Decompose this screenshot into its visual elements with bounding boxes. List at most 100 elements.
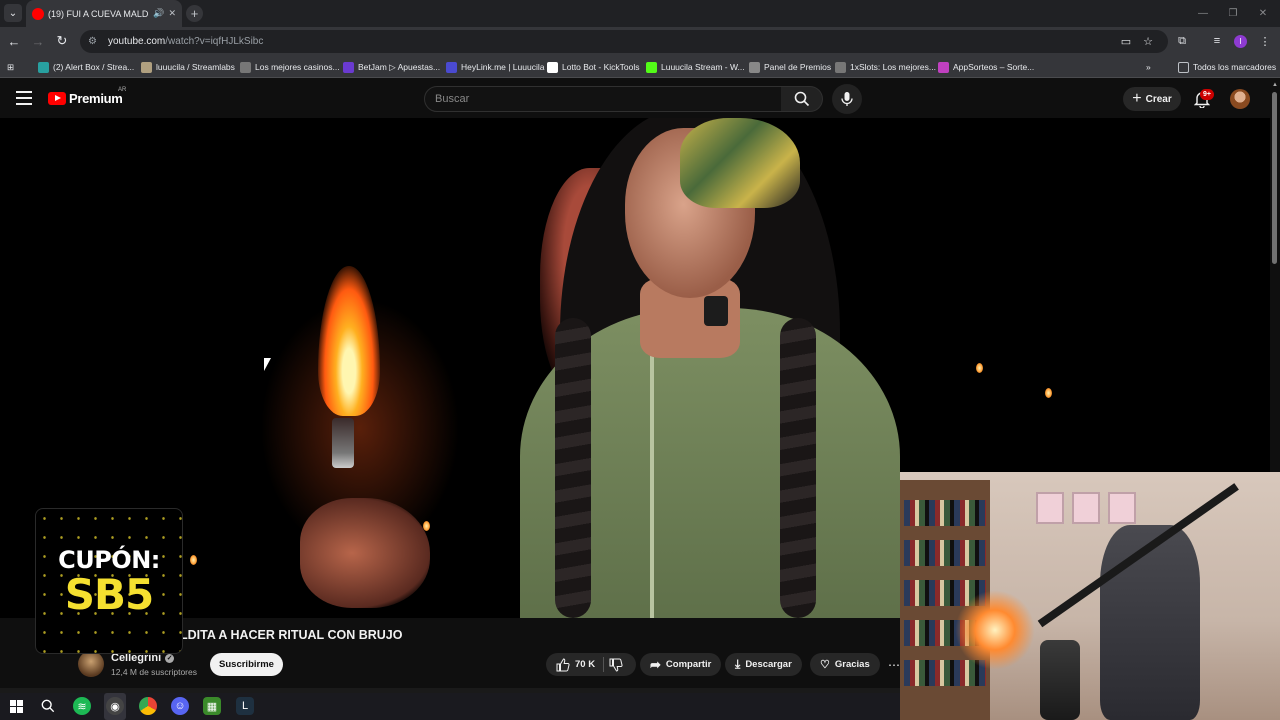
- bookmark-favicon-icon: [343, 61, 354, 73]
- browser-tab[interactable]: (19) FUI A CUEVA MALDITA 🔊 ✕: [26, 0, 182, 27]
- windows-logo-icon: [9, 699, 23, 713]
- bookmark-star-icon[interactable]: ☆: [1140, 33, 1156, 49]
- bookmark-item[interactable]: (2) Alert Box / Strea...: [38, 59, 134, 75]
- candle-light: [1045, 388, 1052, 398]
- search-input[interactable]: [435, 93, 781, 105]
- subscribe-button[interactable]: Suscribirme: [210, 653, 283, 676]
- hamburger-menu-icon[interactable]: [16, 91, 32, 105]
- browser-tab-bar: ⌄ (19) FUI A CUEVA MALDITA 🔊 ✕ + — ❐ ✕: [0, 0, 1280, 27]
- magnifier-icon: [41, 699, 55, 713]
- voice-search-button[interactable]: [832, 84, 862, 114]
- bookmark-label: BetJam ▷ Apuestas...: [358, 61, 441, 72]
- create-button[interactable]: + Crear: [1123, 87, 1181, 111]
- like-count: 70 K: [575, 659, 596, 670]
- minecraft-icon[interactable]: ▦: [203, 697, 221, 715]
- reading-list-icon[interactable]: ≡: [1209, 33, 1225, 49]
- search-icon: [794, 91, 809, 107]
- bookmark-item[interactable]: Los mejores casinos...: [240, 59, 340, 75]
- scrollbar-thumb[interactable]: [1272, 92, 1277, 264]
- search-button[interactable]: [781, 86, 823, 112]
- candle-light: [190, 555, 197, 565]
- coupon-overlay: CUPÓN: SB5: [35, 508, 183, 654]
- microphone-icon: [841, 92, 853, 106]
- site-info-icon[interactable]: ⚙: [88, 36, 100, 48]
- mouse-cursor-icon: [264, 358, 271, 371]
- youtube-play-logo-icon: [48, 92, 66, 105]
- cast-icon[interactable]: ▭: [1118, 33, 1134, 49]
- thanks-label: Gracias: [834, 659, 870, 670]
- windows-start-icon[interactable]: [7, 697, 25, 715]
- like-button[interactable]: 70 K: [546, 653, 605, 676]
- dislike-button[interactable]: [603, 653, 629, 676]
- bookmark-favicon-icon: [938, 61, 949, 73]
- minimize-button[interactable]: —: [1188, 0, 1218, 27]
- wall-frame: [1108, 492, 1136, 524]
- address-bar-row: ← → ↻ ⚙ youtube.com /watch?v=iqfHJLkSibc…: [0, 27, 1280, 56]
- all-bookmarks-folder[interactable]: Todos los marcadores: [1178, 59, 1276, 75]
- left-braid: [555, 318, 591, 618]
- apps-grid-icon[interactable]: ⊞: [7, 59, 14, 75]
- coupon-code: SB5: [64, 570, 154, 619]
- chrome-icon[interactable]: [139, 697, 157, 715]
- subscriber-count: 12,4 M de suscriptores: [111, 667, 197, 677]
- tab-search-button[interactable]: ⌄: [4, 4, 22, 22]
- bookmark-label: 1xSlots: Los mejores...: [850, 62, 936, 72]
- wall-frame: [1036, 492, 1064, 524]
- studio-microphone: [1040, 640, 1080, 720]
- headscarf: [680, 118, 800, 208]
- download-button[interactable]: ⤓ Descargar: [725, 653, 802, 676]
- bookmark-item[interactable]: AppSorteos – Sorte...: [938, 59, 1034, 75]
- more-bookmarks-icon[interactable]: »: [1146, 59, 1151, 75]
- account-avatar[interactable]: [1230, 89, 1250, 109]
- obs-icon[interactable]: ◉: [106, 697, 124, 715]
- url-bar[interactable]: ⚙ youtube.com /watch?v=iqfHJLkSibc: [80, 30, 1168, 53]
- bookmark-item[interactable]: 1xSlots: Los mejores...: [835, 59, 936, 75]
- close-window-button[interactable]: ✕: [1248, 0, 1278, 27]
- candle-light: [423, 521, 430, 531]
- bookmark-label: HeyLink.me | Luuucila: [461, 62, 545, 72]
- all-bookmarks-label: Todos los marcadores: [1193, 62, 1277, 72]
- back-arrow-icon[interactable]: ←: [6, 33, 22, 49]
- channel-avatar[interactable]: [78, 651, 104, 677]
- share-button[interactable]: ➦ Compartir: [640, 653, 722, 676]
- country-code: AR: [118, 87, 127, 93]
- discord-icon[interactable]: ☺: [171, 697, 189, 715]
- bookmark-favicon-icon: [646, 61, 657, 73]
- url-host: youtube.com: [108, 36, 166, 47]
- extensions-icon[interactable]: ⧉: [1174, 33, 1190, 49]
- youtube-favicon-icon: [32, 7, 44, 20]
- logo-text: Premium: [69, 91, 123, 106]
- reload-icon[interactable]: ↻: [54, 33, 70, 49]
- torch-flame: [318, 266, 380, 416]
- close-tab-icon[interactable]: ✕: [168, 8, 176, 19]
- bookmark-item[interactable]: Panel de Premios: [749, 59, 831, 75]
- profile-avatar[interactable]: I: [1234, 35, 1247, 48]
- bookmark-item[interactable]: HeyLink.me | Luuucila: [446, 59, 544, 75]
- bookmark-item[interactable]: Luuucila Stream - W...: [646, 59, 745, 75]
- taskbar-search-icon[interactable]: [39, 697, 57, 715]
- bookmark-favicon-icon: [749, 61, 760, 73]
- bookmark-label: Luuucila Stream - W...: [661, 62, 745, 72]
- bookmark-label: luuucila / Streamlabs: [156, 62, 235, 72]
- forward-arrow-icon[interactable]: →: [30, 33, 46, 49]
- league-icon[interactable]: L: [236, 697, 254, 715]
- spotify-icon[interactable]: ≋: [73, 697, 91, 715]
- speaker-icon[interactable]: 🔊: [153, 8, 164, 19]
- new-tab-button[interactable]: +: [186, 5, 203, 22]
- notification-count-badge: 9+: [1200, 89, 1214, 100]
- youtube-premium-logo[interactable]: Premium AR: [48, 87, 126, 106]
- share-arrow-icon: ➦: [650, 656, 661, 672]
- torch-handle: [332, 418, 354, 468]
- bookmark-item[interactable]: Lotto Bot - KickTools: [547, 59, 639, 75]
- youtube-header: Premium AR + Crear: [0, 79, 1270, 119]
- thanks-button[interactable]: ♡ Gracias: [810, 653, 880, 676]
- scroll-up-arrow-icon[interactable]: ▲: [1271, 82, 1279, 88]
- menu-dots-icon[interactable]: ⋮: [1257, 33, 1273, 49]
- restore-button[interactable]: ❐: [1218, 0, 1248, 27]
- bookmark-item[interactable]: BetJam ▷ Apuestas...: [343, 59, 440, 75]
- bookmark-label: Panel de Premios: [764, 62, 832, 72]
- bookmark-favicon-icon: [240, 61, 251, 73]
- bookmark-item[interactable]: luuucila / Streamlabs: [141, 59, 235, 75]
- bookmark-favicon-icon: [446, 61, 457, 73]
- gaming-chair: [1100, 525, 1200, 720]
